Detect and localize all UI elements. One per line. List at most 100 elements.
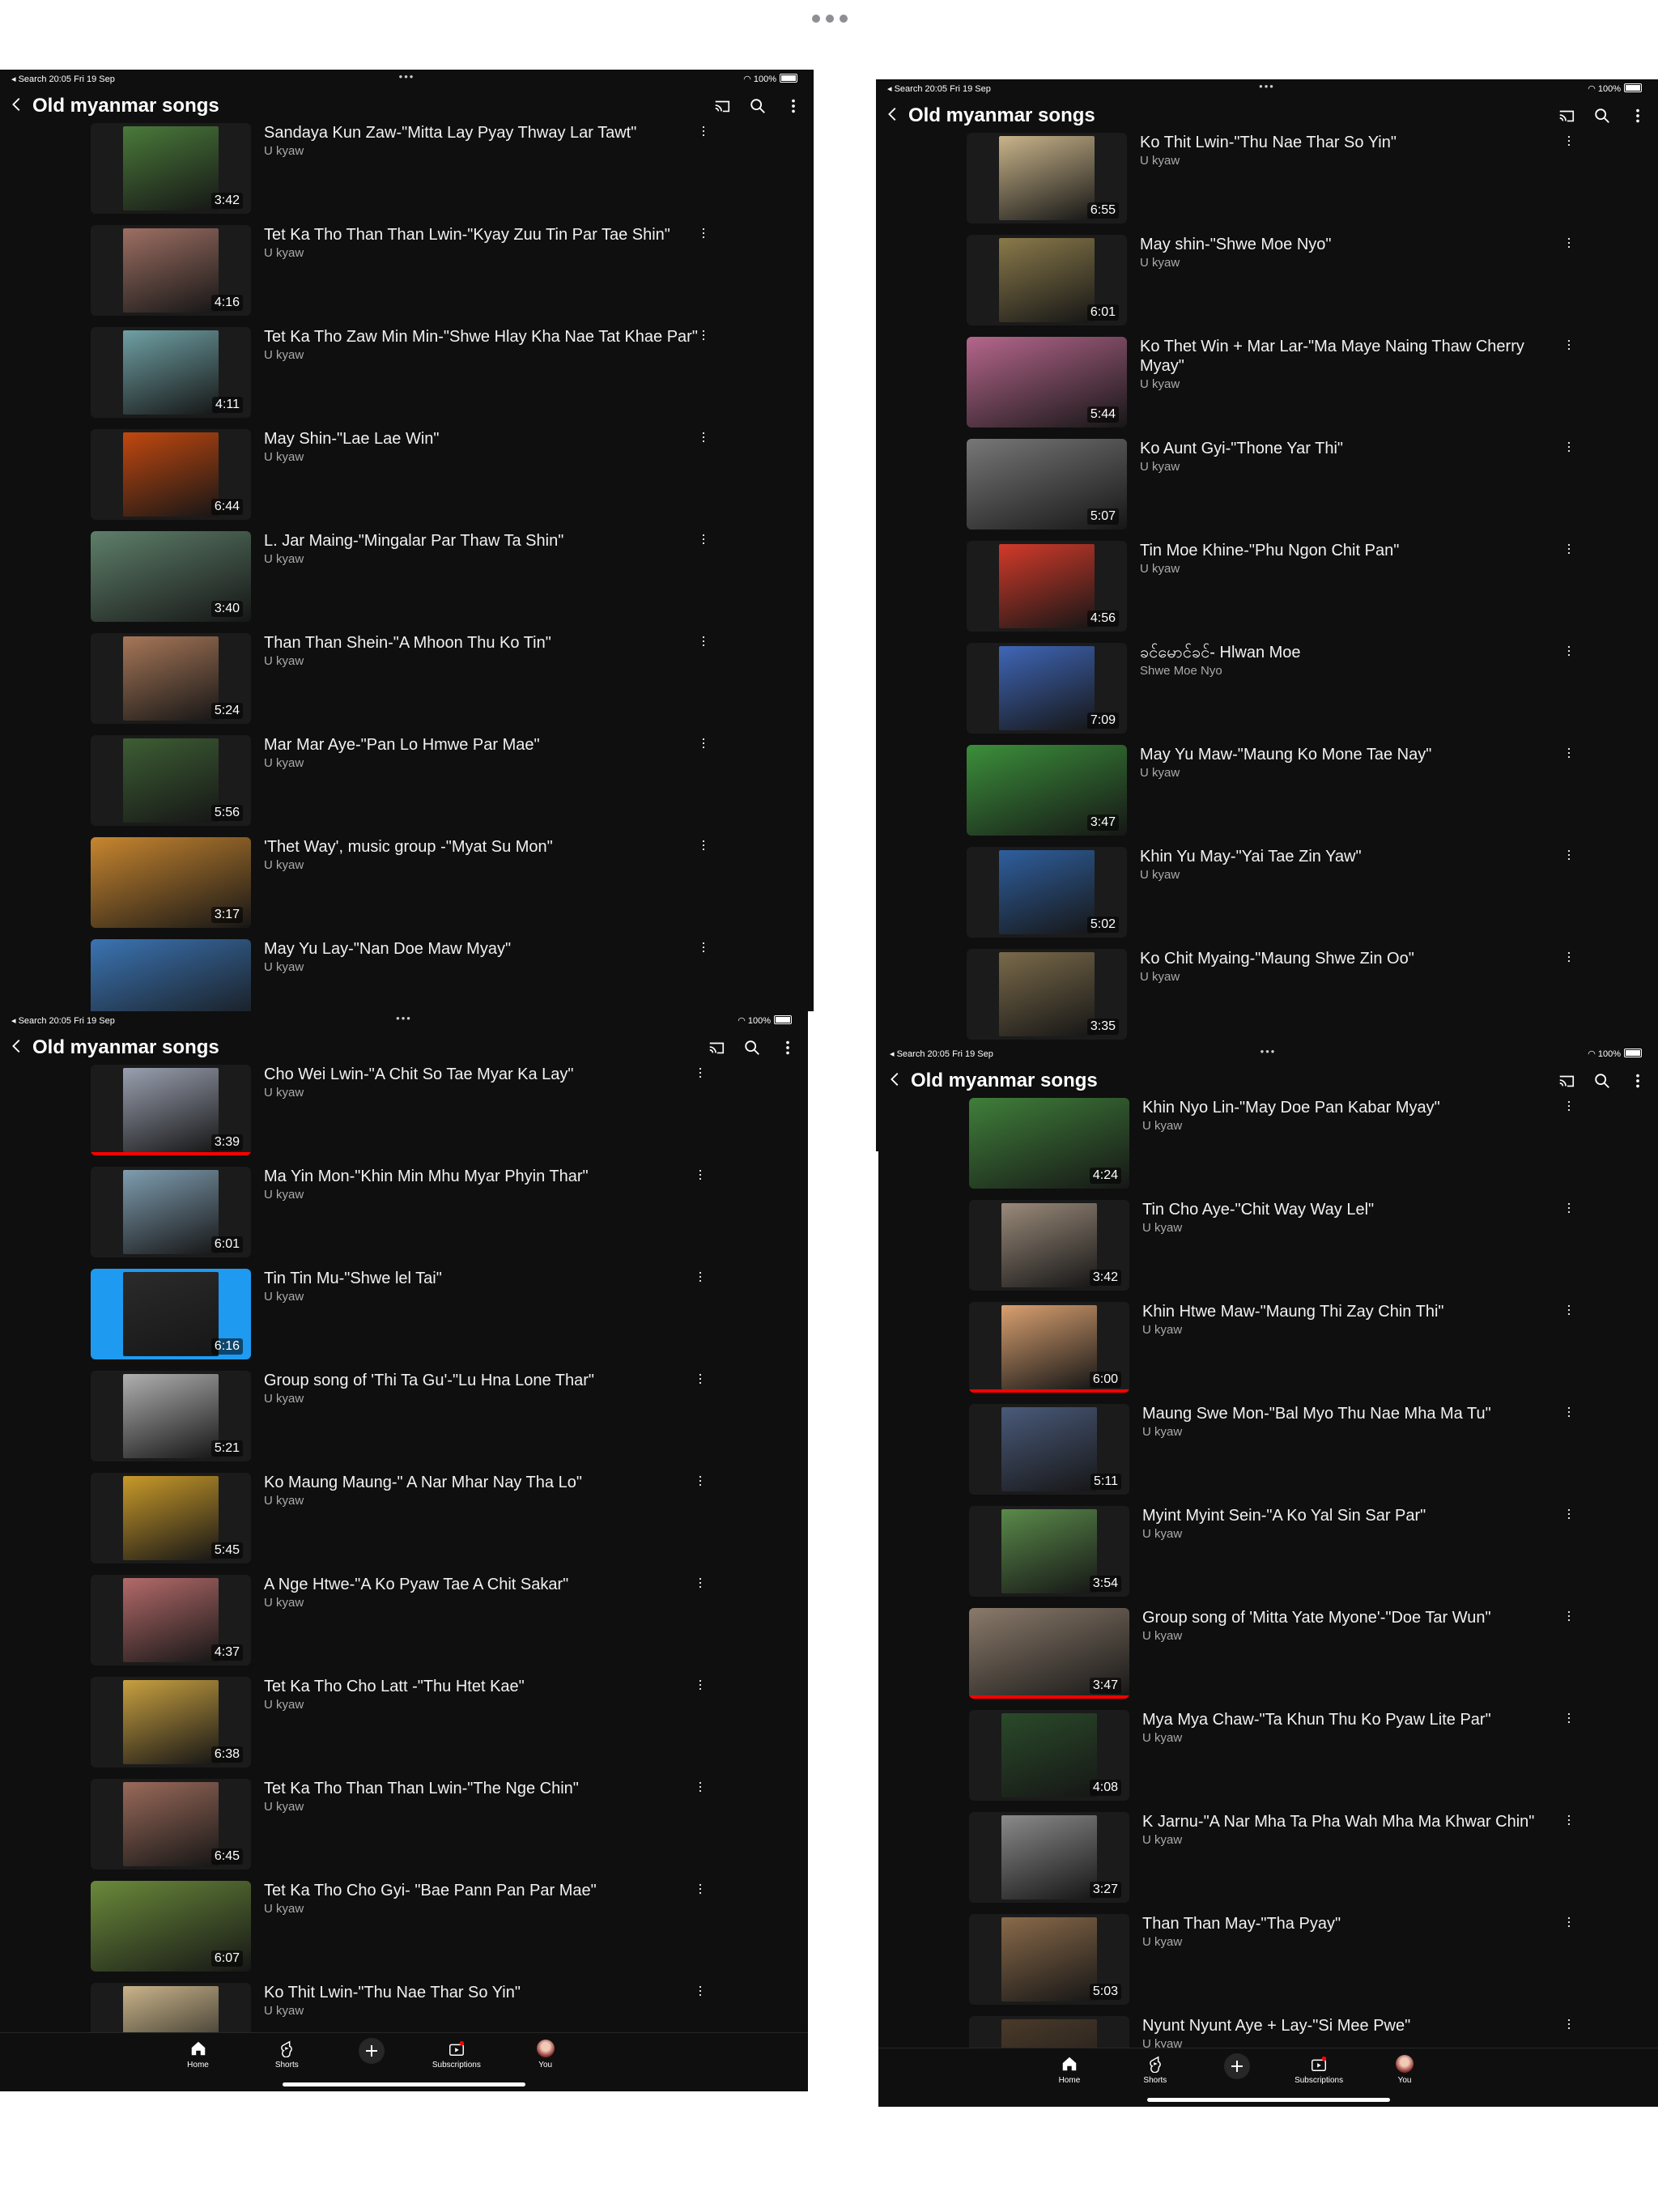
tab-subscriptions[interactable]: Subscriptions	[424, 2040, 489, 2069]
video-thumbnail[interactable]: 3:47	[967, 745, 1127, 836]
video-thumbnail[interactable]: 5:03	[969, 1914, 1129, 2005]
video-title[interactable]: Ko Chit Myaing-"Maung Shwe Zin Oo"	[1140, 949, 1569, 968]
video-list-item[interactable]: May Yu Lay-"Nan Doe Maw Myay" U kyaw	[0, 939, 814, 1011]
tab-you[interactable]: You	[513, 2040, 578, 2069]
channel-name[interactable]: U kyaw	[264, 1392, 719, 1406]
tab-shorts[interactable]: Shorts	[254, 2040, 319, 2069]
video-thumbnail[interactable]: 3:42	[91, 123, 251, 214]
channel-name[interactable]: U kyaw	[1142, 1425, 1569, 1439]
video-list-item[interactable]: 3:47 Group song of 'Mitta Yate Myone'-"Do…	[878, 1608, 1658, 1710]
video-thumbnail[interactable]: 3:47	[969, 1608, 1129, 1699]
search-icon[interactable]	[1593, 1072, 1611, 1090]
cast-icon[interactable]	[1558, 1072, 1575, 1090]
video-thumbnail[interactable]: 3:39	[91, 1065, 251, 1155]
video-thumbnail[interactable]: 6:00	[969, 1302, 1129, 1393]
channel-name[interactable]: U kyaw	[1140, 766, 1569, 780]
back-arrow-icon[interactable]	[886, 1070, 904, 1088]
video-thumbnail[interactable]: 5:11	[969, 1404, 1129, 1495]
video-list-item[interactable]: 5:21 Group song of 'Thi Ta Gu'-"Lu Hna Lo…	[0, 1371, 808, 1473]
video-more-icon[interactable]	[700, 431, 707, 447]
video-thumbnail[interactable]: 6:01	[91, 1167, 251, 1257]
video-more-icon[interactable]	[697, 1474, 704, 1491]
channel-name[interactable]: U kyaw	[264, 1494, 719, 1508]
video-title[interactable]: Group song of 'Thi Ta Gu'-"Lu Hna Lone T…	[264, 1371, 719, 1390]
cast-icon[interactable]	[708, 1039, 725, 1057]
channel-name[interactable]: U kyaw	[1140, 562, 1569, 576]
video-more-icon[interactable]	[1566, 1202, 1572, 1218]
video-list-item[interactable]: 3:42 Sandaya Kun Zaw-"Mitta Lay Pyay Thwa…	[0, 123, 814, 225]
video-list-item[interactable]: 6:01 Ma Yin Mon-"Khin Min Mhu Myar Phyin …	[0, 1167, 808, 1269]
channel-name[interactable]: U kyaw	[264, 2004, 719, 2018]
video-list-item[interactable]: 6:16 Tin Tin Mu-"Shwe lel Tai" U kyaw	[0, 1269, 808, 1371]
video-title[interactable]: Than Than May-"Tha Pyay"	[1142, 1914, 1569, 1933]
video-thumbnail[interactable]: 6:16	[91, 1269, 251, 1359]
status-back-app[interactable]: ◂ Search	[11, 1016, 46, 1026]
channel-name[interactable]: U kyaw	[1142, 1221, 1569, 1235]
video-more-icon[interactable]	[700, 227, 707, 243]
multitasking-dots-icon[interactable]	[812, 13, 848, 24]
video-title[interactable]: Ko Thit Lwin-"Thu Nae Thar So Yin"	[264, 1983, 719, 2002]
channel-name[interactable]: U kyaw	[1140, 154, 1569, 168]
channel-name[interactable]: U kyaw	[264, 144, 725, 158]
status-back-app[interactable]: ◂ Search	[11, 74, 46, 84]
video-title[interactable]: Khin Htwe Maw-"Maung Thi Zay Chin Thi"	[1142, 1302, 1569, 1321]
channel-name[interactable]: U kyaw	[264, 960, 725, 974]
video-title[interactable]: Sandaya Kun Zaw-"Mitta Lay Pyay Thway La…	[264, 123, 725, 143]
video-more-icon[interactable]	[697, 1270, 704, 1287]
video-more-icon[interactable]	[697, 1882, 704, 1899]
channel-name[interactable]: Shwe Moe Nyo	[1140, 664, 1569, 678]
video-thumbnail[interactable]: 3:42	[969, 1200, 1129, 1291]
video-more-icon[interactable]	[700, 533, 707, 549]
channel-name[interactable]: U kyaw	[264, 756, 725, 770]
video-thumbnail[interactable]: 4:56	[967, 541, 1127, 632]
video-list-item[interactable]: 7:09 ခင်မောင်ခင်- Hlwan Moe Shwe Moe Nyo	[876, 643, 1658, 745]
video-list-item[interactable]: 6:00 Khin Htwe Maw-"Maung Thi Zay Chin Th…	[878, 1302, 1658, 1404]
video-thumbnail[interactable]: 3:17	[91, 837, 251, 928]
video-title[interactable]: Tin Tin Mu-"Shwe lel Tai"	[264, 1269, 719, 1288]
video-more-icon[interactable]	[700, 737, 707, 753]
channel-name[interactable]: U kyaw	[1142, 1833, 1569, 1847]
more-options-icon[interactable]	[784, 97, 802, 115]
video-more-icon[interactable]	[1566, 1304, 1572, 1320]
video-title[interactable]: Mya Mya Chaw-"Ta Khun Thu Ko Pyaw Lite P…	[1142, 1710, 1569, 1729]
back-arrow-icon[interactable]	[8, 1037, 26, 1055]
video-list-item[interactable]: 5:45 Ko Maung Maung-" A Nar Mhar Nay Tha …	[0, 1473, 808, 1575]
tab-home[interactable]: Home	[1037, 2055, 1102, 2085]
video-list-item[interactable]: 4:11 Tet Ka Tho Zaw Min Min-"Shwe Hlay Kh…	[0, 327, 814, 429]
video-thumbnail[interactable]: 5:45	[91, 1473, 251, 1563]
channel-name[interactable]: U kyaw	[1140, 868, 1569, 882]
tab-create[interactable]	[1205, 2053, 1269, 2081]
video-list-item[interactable]: 3:27 K Jarnu-"A Nar Mha Ta Pha Wah Mha Ma…	[878, 1812, 1658, 1914]
more-options-icon[interactable]	[1629, 1072, 1647, 1090]
video-thumbnail[interactable]	[91, 939, 251, 1011]
video-thumbnail[interactable]: 6:01	[967, 235, 1127, 325]
video-more-icon[interactable]	[1566, 440, 1572, 457]
video-more-icon[interactable]	[1566, 1610, 1572, 1626]
video-thumbnail[interactable]: 6:45	[91, 1779, 251, 1870]
video-list-item[interactable]: 6:07 Tet Ka Tho Cho Gyi- "Bae Pann Pan Pa…	[0, 1881, 808, 1983]
channel-name[interactable]: U kyaw	[264, 1698, 719, 1712]
video-thumbnail[interactable]: 5:24	[91, 633, 251, 724]
video-thumbnail[interactable]: 5:02	[967, 847, 1127, 938]
video-list-item[interactable]: 5:44 Ko Thet Win + Mar Lar-"Ma Maye Naing…	[876, 337, 1658, 439]
video-thumbnail[interactable]: 3:35	[967, 949, 1127, 1040]
channel-name[interactable]: U kyaw	[264, 1086, 719, 1100]
video-more-icon[interactable]	[700, 329, 707, 345]
video-title[interactable]: K Jarnu-"A Nar Mha Ta Pha Wah Mha Ma Khw…	[1142, 1812, 1569, 1831]
back-arrow-icon[interactable]	[884, 105, 902, 123]
video-title[interactable]: Khin Nyo Lin-"May Doe Pan Kabar Myay"	[1142, 1098, 1569, 1117]
video-title[interactable]: Tin Moe Khine-"Phu Ngon Chit Pan"	[1140, 541, 1569, 560]
video-title[interactable]: Ko Maung Maung-" A Nar Mhar Nay Tha Lo"	[264, 1473, 719, 1492]
more-options-icon[interactable]	[779, 1039, 797, 1057]
cast-icon[interactable]	[1558, 107, 1575, 125]
video-title[interactable]: Ko Thit Lwin-"Thu Nae Thar So Yin"	[1140, 133, 1569, 152]
channel-name[interactable]: U kyaw	[1142, 1119, 1569, 1133]
video-more-icon[interactable]	[1566, 1406, 1572, 1422]
video-title[interactable]: Ko Aunt Gyi-"Thone Yar Thi"	[1140, 439, 1569, 458]
video-more-icon[interactable]	[1566, 2018, 1572, 2034]
video-more-icon[interactable]	[697, 1372, 704, 1389]
create-icon[interactable]	[359, 2038, 385, 2064]
video-title[interactable]: Tet Ka Tho Cho Gyi- "Bae Pann Pan Par Ma…	[264, 1881, 719, 1900]
video-thumbnail[interactable]: 4:37	[91, 1575, 251, 1665]
video-thumbnail[interactable]: 3:40	[91, 531, 251, 622]
